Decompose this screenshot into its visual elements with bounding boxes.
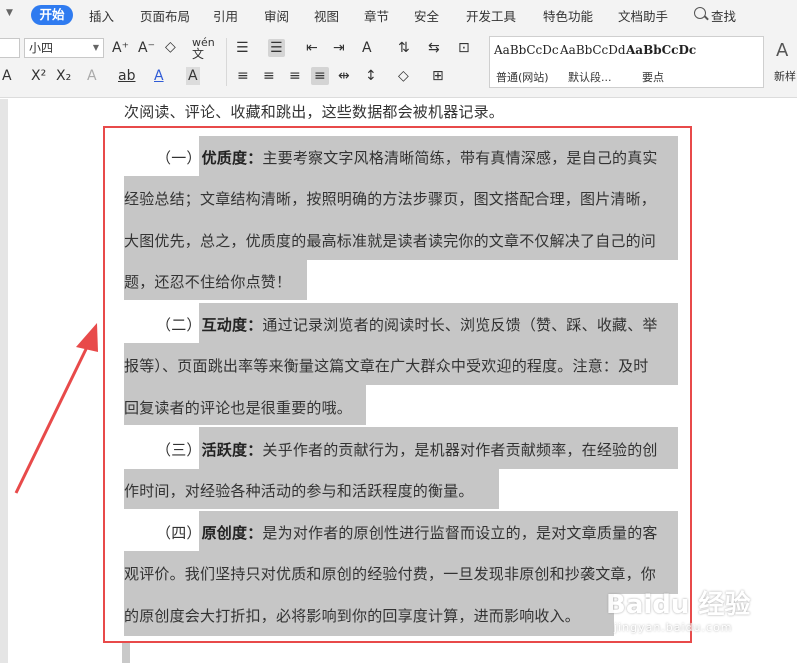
show-marks-icon[interactable]: ⊡: [458, 39, 470, 57]
numbered-list-icon[interactable]: ☰: [268, 39, 285, 57]
style-sample-normal-web[interactable]: AaBbCcDc: [494, 43, 559, 57]
tab-doc-assistant[interactable]: 文档助手: [618, 6, 668, 25]
bullet-list-icon[interactable]: ☰: [236, 39, 249, 57]
grow-font-icon[interactable]: A⁺: [112, 39, 129, 57]
styles-gallery: AaBbCcDc AaBbCcDd AaBbCcDc 普通(网站) 默认段...…: [489, 36, 764, 88]
tab-chapter[interactable]: 章节: [364, 6, 389, 25]
font-name-field[interactable]: [0, 38, 20, 58]
text-effect-icon[interactable]: A: [2, 67, 12, 85]
tab-review[interactable]: 审阅: [264, 6, 289, 25]
search-label[interactable]: 查找: [711, 6, 736, 25]
tab-view[interactable]: 视图: [314, 6, 339, 25]
change-case-icon[interactable]: A: [362, 39, 372, 57]
tab-insert[interactable]: 插入: [89, 6, 114, 25]
superscript-icon[interactable]: X²: [31, 67, 46, 85]
tab-features[interactable]: 特色功能: [543, 6, 593, 25]
shading-fill-icon[interactable]: ◇: [398, 67, 409, 85]
style-sample-key-point[interactable]: AaBbCcDc: [626, 43, 696, 57]
clear-format-icon[interactable]: ◇: [165, 38, 176, 56]
style-name-default[interactable]: 默认段...: [568, 69, 612, 85]
paragraph-intro-line: 次阅读、评论、收藏和跳出，这些数据都会被机器记录。: [124, 103, 505, 121]
chevron-down-icon[interactable]: ▼: [93, 39, 99, 57]
text-direction-icon[interactable]: ⇆: [428, 39, 440, 57]
highlight-color-icon[interactable]: ab: [118, 67, 135, 85]
align-right-icon[interactable]: ≡: [289, 67, 301, 85]
ribbon-toolbar: 小四 ▼ A⁺ A⁻ ◇ wén 文 ☰ ☰ ⇤ ⇥ A ⇅ ⇆ ⊡ A X² …: [0, 30, 797, 98]
page-margin-bar: [0, 99, 8, 663]
new-style-icon[interactable]: A: [776, 40, 788, 61]
style-sample-default[interactable]: AaBbCcDd: [560, 43, 626, 57]
align-left-icon[interactable]: ≡: [237, 67, 249, 85]
tab-security[interactable]: 安全: [414, 6, 439, 25]
baidu-watermark: Baidu 经验 jingyan.baidu.com: [606, 584, 750, 634]
watermark-logo-text: Baidu 经验: [606, 590, 751, 620]
new-style-label[interactable]: 新样: [774, 68, 796, 84]
search-icon[interactable]: [694, 7, 706, 19]
watermark-url: jingyan.baidu.com: [614, 621, 733, 634]
phonetic-guide-icon[interactable]: 文: [192, 45, 204, 63]
line-spacing-icon[interactable]: ↕: [365, 67, 377, 85]
subscript-icon[interactable]: X₂: [56, 67, 71, 85]
char-shading-icon[interactable]: A: [186, 67, 200, 85]
align-center-icon[interactable]: ≡: [263, 67, 275, 85]
distribute-icon[interactable]: ⇹: [338, 67, 350, 85]
ribbon-divider: [226, 38, 227, 86]
tab-page-layout[interactable]: 页面布局: [140, 6, 190, 25]
tab-references[interactable]: 引用: [213, 6, 238, 25]
borders-icon[interactable]: ⊞: [432, 67, 444, 85]
font-color-icon[interactable]: A: [154, 67, 164, 85]
menu-bar: ▼ 开始 插入 页面布局 引用 审阅 视图 章节 安全 开发工具 特色功能 文档…: [0, 0, 797, 30]
align-justify-icon[interactable]: ≡: [311, 67, 329, 85]
menu-collapse-icon[interactable]: ▼: [6, 8, 13, 18]
decrease-indent-icon[interactable]: ⇤: [306, 39, 318, 57]
style-name-normal-web[interactable]: 普通(网站): [496, 69, 549, 85]
annotation-box: [103, 126, 692, 643]
tab-home[interactable]: 开始: [31, 5, 73, 25]
sort-icon[interactable]: ⇅: [398, 39, 410, 57]
font-size-value: 小四: [29, 41, 54, 55]
style-name-key-point[interactable]: 要点: [642, 69, 664, 85]
text-outline-icon[interactable]: A: [87, 67, 97, 85]
shrink-font-icon[interactable]: A⁻: [138, 39, 155, 57]
paragraph-marker: [122, 641, 130, 663]
tab-developer[interactable]: 开发工具: [466, 6, 516, 25]
increase-indent-icon[interactable]: ⇥: [333, 39, 345, 57]
font-size-select[interactable]: 小四 ▼: [24, 38, 104, 58]
